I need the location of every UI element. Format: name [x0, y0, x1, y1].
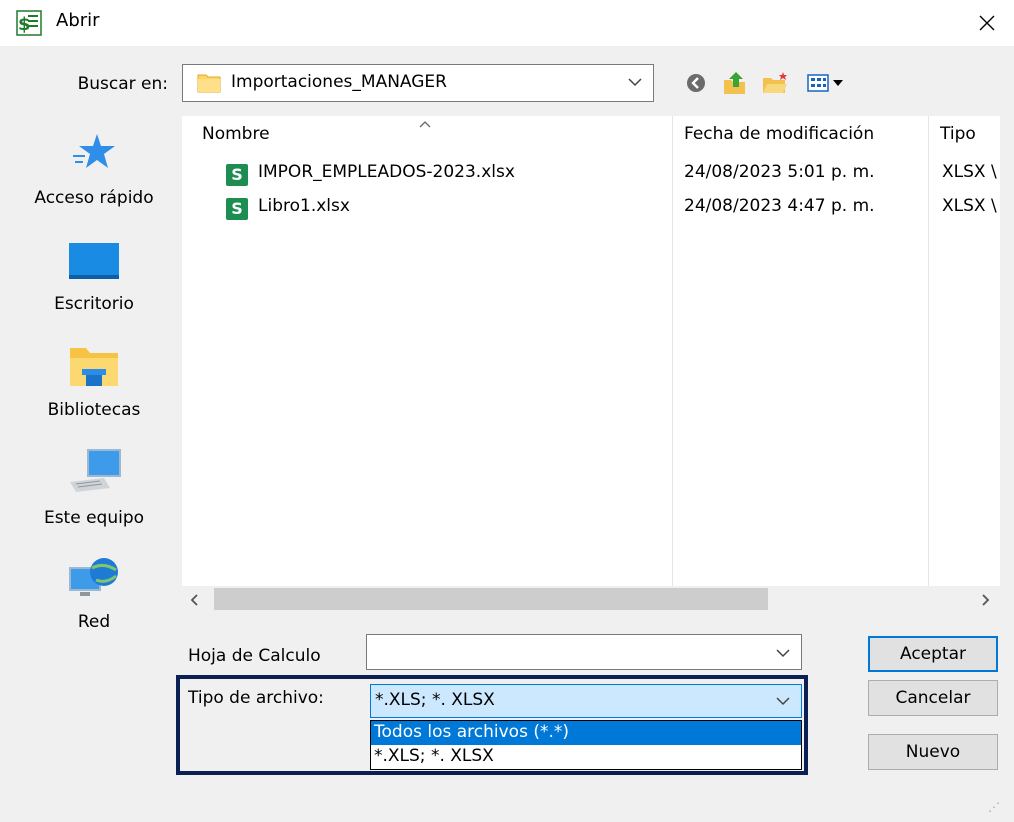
- new-folder-icon: [763, 72, 787, 93]
- file-name: IMPOR_EMPLEADOS-2023.xlsx: [258, 162, 515, 182]
- close-button[interactable]: [962, 2, 1012, 44]
- place-label-desktop: Escritorio: [54, 294, 134, 314]
- chevron-down-icon: [775, 645, 791, 666]
- cancel-button[interactable]: Cancelar: [868, 680, 998, 716]
- file-date: 24/08/2023 5:01 p. m.: [684, 162, 875, 182]
- file-row[interactable]: S Libro1.xlsx 24/08/2023 4:47 p. m. XLSX…: [182, 194, 1000, 226]
- file-name: Libro1.xlsx: [258, 196, 350, 216]
- file-type: XLSX \: [942, 162, 997, 182]
- place-quick-access[interactable]: [14, 132, 174, 177]
- option-label: Todos los archivos (*.*): [374, 722, 570, 742]
- column-header-date[interactable]: Fecha de modificación: [684, 124, 874, 144]
- back-button[interactable]: [680, 68, 712, 98]
- filename-label: Hoja de Calculo: [188, 646, 321, 666]
- filetype-label: Tipo de archivo:: [188, 688, 324, 708]
- scroll-left-icon[interactable]: [188, 592, 202, 612]
- filetype-option-excel[interactable]: *.XLS; *. XLSX: [371, 745, 801, 769]
- title-bar: $ Abrir: [0, 0, 1014, 46]
- spreadsheet-icon: S: [226, 164, 248, 186]
- chevron-down-icon: [775, 693, 791, 714]
- place-desktop[interactable]: [14, 242, 174, 285]
- scrollbar-thumb[interactable]: [214, 588, 768, 610]
- horizontal-scrollbar[interactable]: [182, 586, 1000, 614]
- resize-grip[interactable]: ⋰: [988, 800, 1000, 814]
- file-type: XLSX \: [942, 196, 997, 216]
- place-label-network: Red: [77, 612, 111, 632]
- desktop-icon: [69, 243, 119, 279]
- sort-ascending-icon: [418, 116, 432, 134]
- filename-combo[interactable]: [366, 634, 802, 670]
- view-menu-button[interactable]: [804, 68, 850, 98]
- filetype-combo[interactable]: *.XLS; *. XLSX: [370, 684, 802, 718]
- chevron-down-icon: [627, 74, 643, 95]
- folder-icon: [197, 71, 221, 98]
- new-folder-button[interactable]: [758, 68, 792, 98]
- place-label-libraries: Bibliotecas: [47, 400, 141, 420]
- scroll-right-icon[interactable]: [978, 592, 992, 612]
- option-label: *.XLS; *. XLSX: [374, 746, 494, 766]
- close-icon: [979, 15, 995, 31]
- accept-button[interactable]: Aceptar: [868, 636, 998, 672]
- filetype-dropdown-list: Todos los archivos (*.*) *.XLS; *. XLSX: [370, 720, 802, 770]
- library-folder-icon: [70, 348, 118, 386]
- back-arrow-icon: [687, 74, 705, 92]
- lookin-combo[interactable]: Importaciones_MANAGER: [182, 64, 654, 102]
- up-folder-button[interactable]: [718, 68, 752, 98]
- app-icon: $: [16, 10, 42, 36]
- star-icon: [73, 134, 115, 168]
- file-list[interactable]: Nombre Fecha de modificación Tipo S IMPO…: [182, 116, 1000, 586]
- place-label-quick-access: Acceso rápido: [34, 188, 154, 208]
- computer-icon: [70, 449, 121, 492]
- filetype-highlight-panel: Tipo de archivo: *.XLS; *. XLSX Todos lo…: [176, 675, 808, 775]
- column-header-type[interactable]: Tipo: [940, 124, 976, 144]
- file-row[interactable]: S IMPOR_EMPLEADOS-2023.xlsx 24/08/2023 5…: [182, 160, 1000, 192]
- network-globe-icon: [69, 558, 118, 596]
- svg-text:$: $: [18, 14, 31, 35]
- lookin-label: Buscar en:: [77, 74, 168, 94]
- place-this-pc[interactable]: [14, 448, 174, 499]
- up-folder-icon: [724, 72, 745, 94]
- place-libraries[interactable]: [14, 344, 174, 393]
- new-button[interactable]: Nuevo: [868, 734, 998, 770]
- file-date: 24/08/2023 4:47 p. m.: [684, 196, 875, 216]
- spreadsheet-icon: S: [226, 198, 248, 220]
- place-label-this-pc: Este equipo: [43, 508, 145, 528]
- filetype-option-all-files[interactable]: Todos los archivos (*.*): [371, 721, 801, 745]
- window-title: Abrir: [56, 10, 100, 31]
- view-grid-icon: [807, 74, 843, 92]
- places-bar: Acceso rápido Escritorio Bibliotecas Est…: [14, 118, 174, 712]
- column-header-name[interactable]: Nombre: [202, 124, 270, 144]
- filetype-value: *.XLS; *. XLSX: [375, 690, 495, 710]
- lookin-value: Importaciones_MANAGER: [231, 72, 447, 92]
- place-network[interactable]: [14, 556, 174, 607]
